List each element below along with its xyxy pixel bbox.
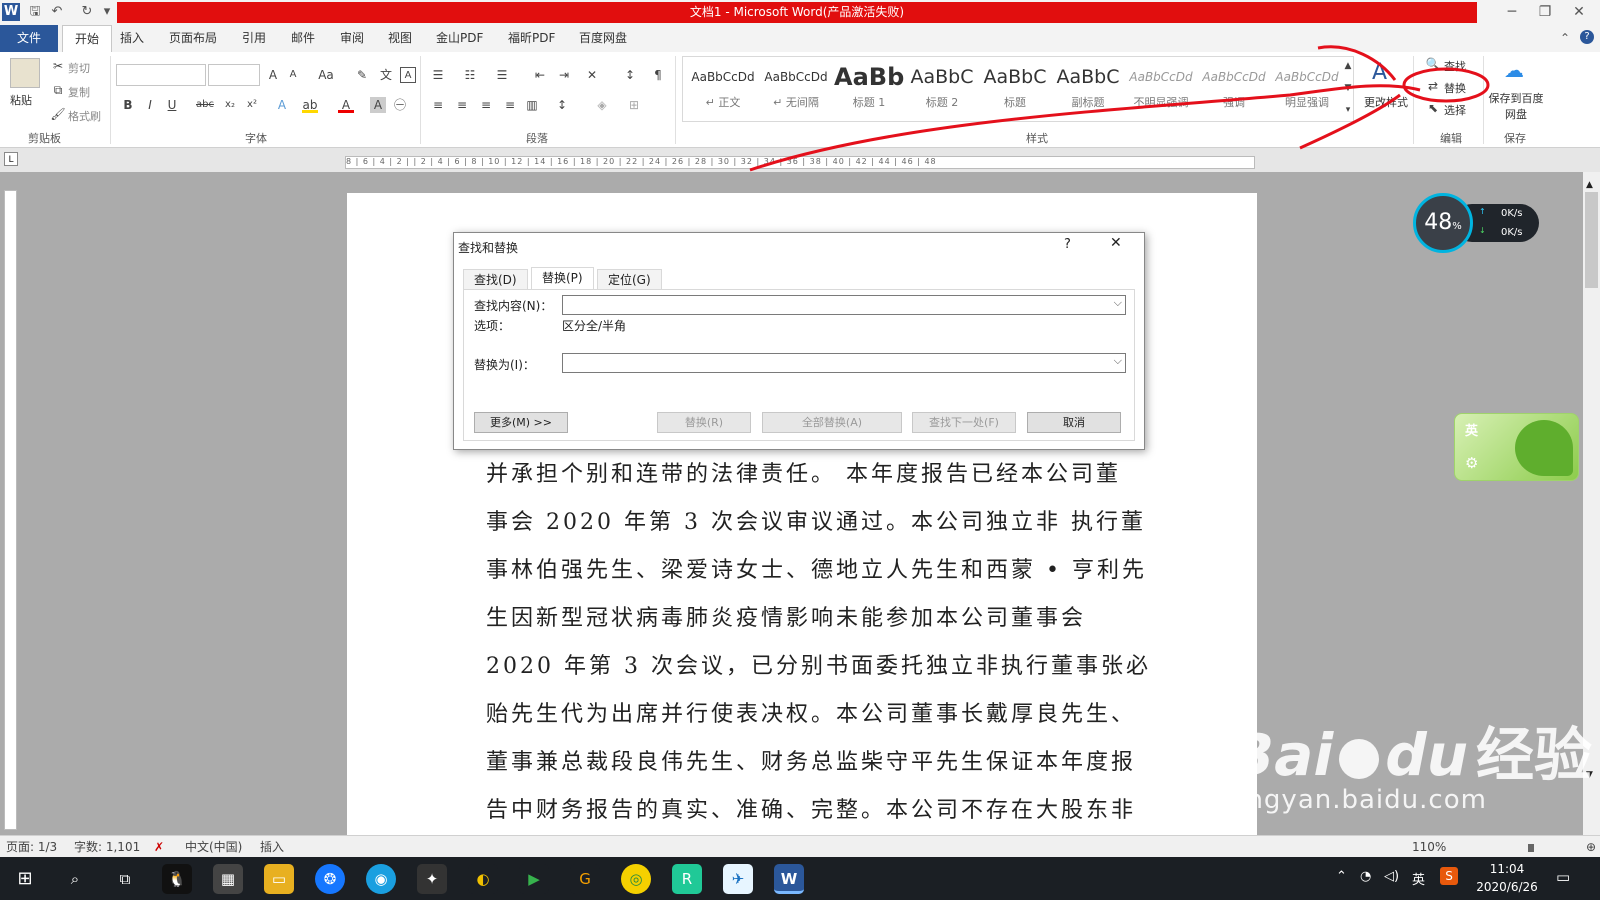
clock-time: 11:04	[1489, 862, 1525, 876]
language-indicator[interactable]: 中文(中国)	[185, 836, 242, 858]
map-icon[interactable]: ◎	[621, 864, 651, 894]
word-taskbar-icon[interactable]: W	[774, 864, 804, 894]
watermark-brand: Bai	[1230, 721, 1334, 789]
zoom-slider-thumb[interactable]	[1528, 844, 1534, 852]
tray-clock[interactable]: 11:04 2020/6/26	[1472, 860, 1542, 896]
calculator-icon[interactable]: ▦	[213, 864, 243, 894]
baidu-jingyan-watermark: Bai du 经验 jingyan.baidu.com	[1230, 725, 1592, 815]
paw-icon	[1339, 739, 1380, 779]
qq-icon[interactable]: 🐧	[162, 864, 192, 894]
annotation-arrow-line	[749, 84, 1421, 172]
clock-date: 2020/6/26	[1476, 880, 1538, 894]
zoom-level[interactable]: 110%	[1412, 836, 1446, 858]
notifications-icon[interactable]: ▭	[1556, 868, 1570, 886]
file-explorer-icon[interactable]: ▭	[264, 864, 294, 894]
watermark-url: jingyan.baidu.com	[1230, 785, 1487, 815]
proofing-icon[interactable]: ✗	[154, 836, 164, 858]
tray-ime-label[interactable]: 英	[1412, 869, 1425, 888]
watermark-brand2: du	[1385, 721, 1469, 789]
google-icon[interactable]: G	[570, 864, 600, 894]
annotation-pointer	[1299, 93, 1401, 150]
status-bar: 页面: 1/3 字数: 1,101 ✗ 中文(中国) 插入 110% ⊕	[0, 835, 1600, 857]
mail-icon[interactable]: ✈	[723, 864, 753, 894]
app-hub-icon[interactable]: ❂	[315, 864, 345, 894]
taskbar: ⊞ ⌕ ⧉ 🐧 ▦ ▭ ❂ ◉ ✦ ◐ ▶ G ◎ R ✈ W ⌃ ◔ ◁) 英…	[0, 857, 1600, 900]
game-icon[interactable]: ✦	[417, 864, 447, 894]
tool-icon[interactable]: R	[672, 864, 702, 894]
task-view-icon[interactable]: ⧉	[110, 864, 140, 894]
watermark-cn: 经验	[1476, 721, 1593, 789]
media-player-icon[interactable]: ▶	[519, 864, 549, 894]
insert-mode[interactable]: 插入	[260, 836, 284, 858]
browser-icon[interactable]: ◉	[366, 864, 396, 894]
music-icon[interactable]: ◐	[468, 864, 498, 894]
tray-expand-icon[interactable]: ⌃	[1336, 869, 1347, 884]
network-icon[interactable]: ◔	[1360, 869, 1371, 884]
volume-icon[interactable]: ◁)	[1384, 869, 1399, 884]
search-icon[interactable]: ⌕	[60, 864, 90, 894]
sogou-ime-icon[interactable]: S	[1440, 867, 1458, 885]
annotation-curve	[1317, 45, 1397, 81]
page-count[interactable]: 页面: 1/3	[6, 836, 57, 858]
word-count[interactable]: 字数: 1,101	[74, 836, 140, 858]
zoom-in-icon[interactable]: ⊕	[1586, 836, 1596, 858]
annotation-circle-replace	[1402, 67, 1490, 103]
start-icon[interactable]: ⊞	[10, 864, 40, 894]
